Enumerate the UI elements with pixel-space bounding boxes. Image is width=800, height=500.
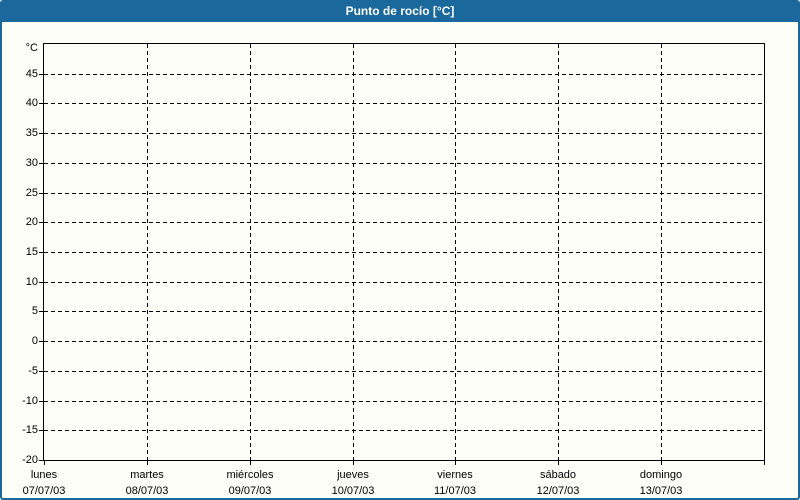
y-tick-label: 30 (25, 157, 38, 169)
y-grid-line (44, 103, 764, 104)
y-tick-label: 10 (25, 276, 38, 288)
date-label: 12/07/03 (536, 485, 580, 497)
y-axis-tick (39, 311, 43, 312)
y-grid-line (44, 252, 764, 253)
y-grid-line (44, 282, 764, 283)
y-grid-line (44, 74, 764, 75)
y-grid-line (44, 133, 764, 134)
x-grid-line (455, 44, 456, 460)
y-tick-label: 20 (25, 216, 38, 228)
date-label: 08/07/03 (125, 485, 169, 497)
x-grid-line (147, 44, 148, 460)
y-tick-label: 15 (25, 246, 38, 258)
y-grid-line (44, 341, 764, 342)
y-tick-label: -15 (22, 424, 38, 436)
y-grid-line (44, 163, 764, 164)
y-tick-label: 35 (25, 127, 38, 139)
y-tick-label: 5 (31, 305, 38, 317)
y-grid-line (44, 311, 764, 312)
y-grid-line (44, 222, 764, 223)
y-axis-tick (39, 460, 43, 461)
x-axis-tick (147, 461, 148, 465)
y-axis-tick (39, 163, 43, 164)
x-axis-tick (353, 461, 354, 465)
chart-title-bar: Punto de rocío [°C] (2, 2, 798, 22)
x-axis-tick (764, 461, 765, 465)
x-axis-tick (455, 461, 456, 465)
x-grid-line (661, 44, 662, 460)
y-grid-line (44, 430, 764, 431)
y-axis-tick (39, 103, 43, 104)
chart-window: Punto de rocío [°C] 45 40 35 30 25 20 15 10 5 0 -5… (0, 0, 800, 500)
y-axis-tick (39, 401, 43, 402)
y-axis-tick (39, 133, 43, 134)
y-tick-label: 40 (25, 97, 38, 109)
y-axis-tick (39, 341, 43, 342)
chart-title: Punto de rocío [°C] (345, 4, 455, 18)
y-axis-tick (39, 252, 43, 253)
date-label: 13/07/03 (639, 485, 683, 497)
date-label: 09/07/03 (228, 485, 272, 497)
y-grid-line (44, 401, 764, 402)
y-tick-label: -5 (28, 365, 38, 377)
weekday-label: martes (130, 469, 164, 481)
x-grid-line (250, 44, 251, 460)
y-tick-label: 0 (31, 335, 38, 347)
y-tick-label: 45 (25, 68, 38, 80)
y-axis-unit-label: °C (25, 42, 38, 54)
y-axis-tick (39, 222, 43, 223)
x-grid-line (558, 44, 559, 460)
date-label: 11/07/03 (433, 485, 476, 497)
weekday-label: viernes (437, 469, 473, 481)
y-axis-tick (39, 430, 43, 431)
weekday-label: miércoles (226, 469, 274, 481)
y-grid-line (44, 193, 764, 194)
y-grid-line (44, 371, 764, 372)
y-axis-tick (39, 282, 43, 283)
x-axis-tick (44, 461, 45, 465)
weekday-label: sábado (539, 469, 577, 481)
y-tick-label: -20 (22, 454, 38, 466)
x-axis-tick (661, 461, 662, 465)
y-axis-tick (39, 371, 43, 372)
x-axis-tick (250, 461, 251, 465)
x-axis-tick (558, 461, 559, 465)
y-tick-label: 25 (25, 187, 38, 199)
y-axis-tick (39, 193, 43, 194)
y-tick-label: -10 (22, 395, 38, 407)
y-axis-tick (39, 74, 43, 75)
weekday-label: domingo (639, 469, 683, 481)
x-grid-line (353, 44, 354, 460)
